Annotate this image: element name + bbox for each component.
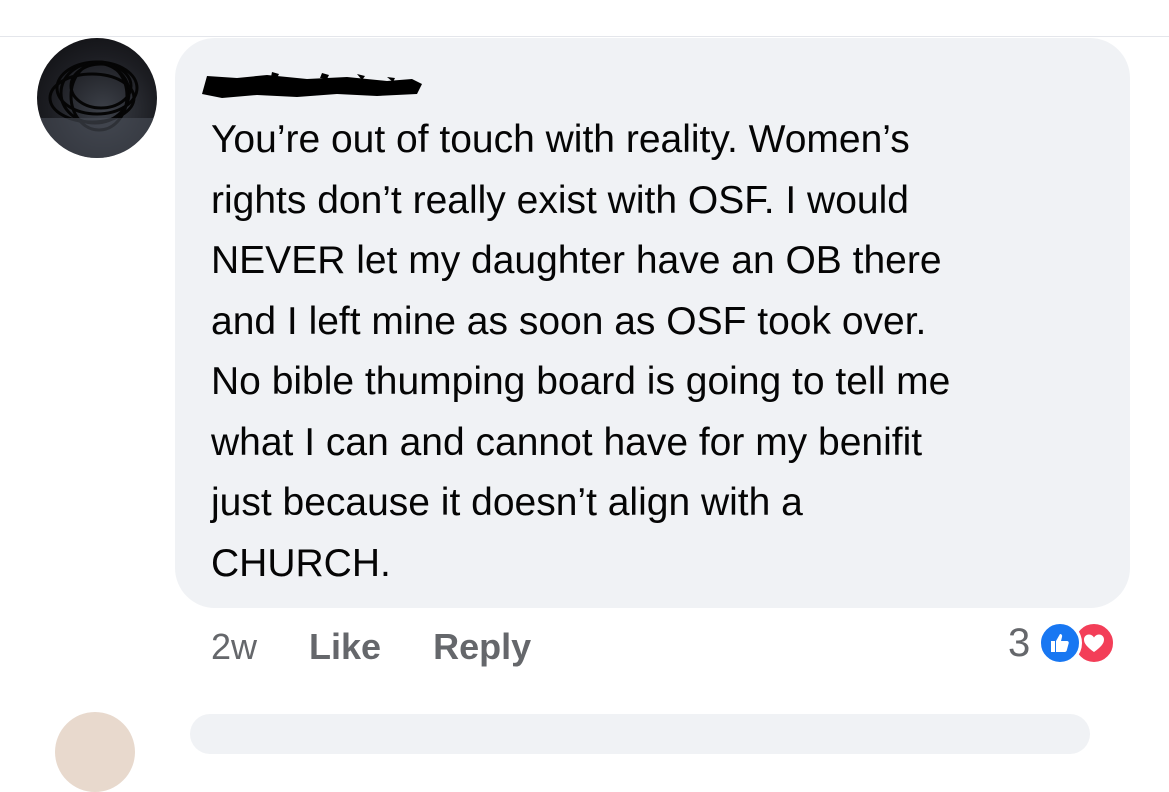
author-name-redacted — [202, 72, 422, 98]
reaction-summary[interactable]: 3 — [1008, 618, 1117, 668]
reply-button[interactable]: Reply — [433, 626, 531, 668]
reaction-count: 3 — [1008, 620, 1031, 665]
next-comment-avatar[interactable] — [55, 712, 135, 792]
comment-text: You’re out of touch with reality. Women’… — [211, 118, 951, 585]
like-icon — [1038, 621, 1083, 665]
commenter-avatar[interactable] — [37, 38, 157, 158]
comment-timestamp[interactable]: 2w — [211, 626, 257, 668]
like-button[interactable]: Like — [309, 626, 381, 668]
top-divider — [0, 36, 1169, 37]
comment-actions: 2w Like Reply — [211, 622, 583, 672]
next-comment-bubble — [190, 714, 1090, 754]
